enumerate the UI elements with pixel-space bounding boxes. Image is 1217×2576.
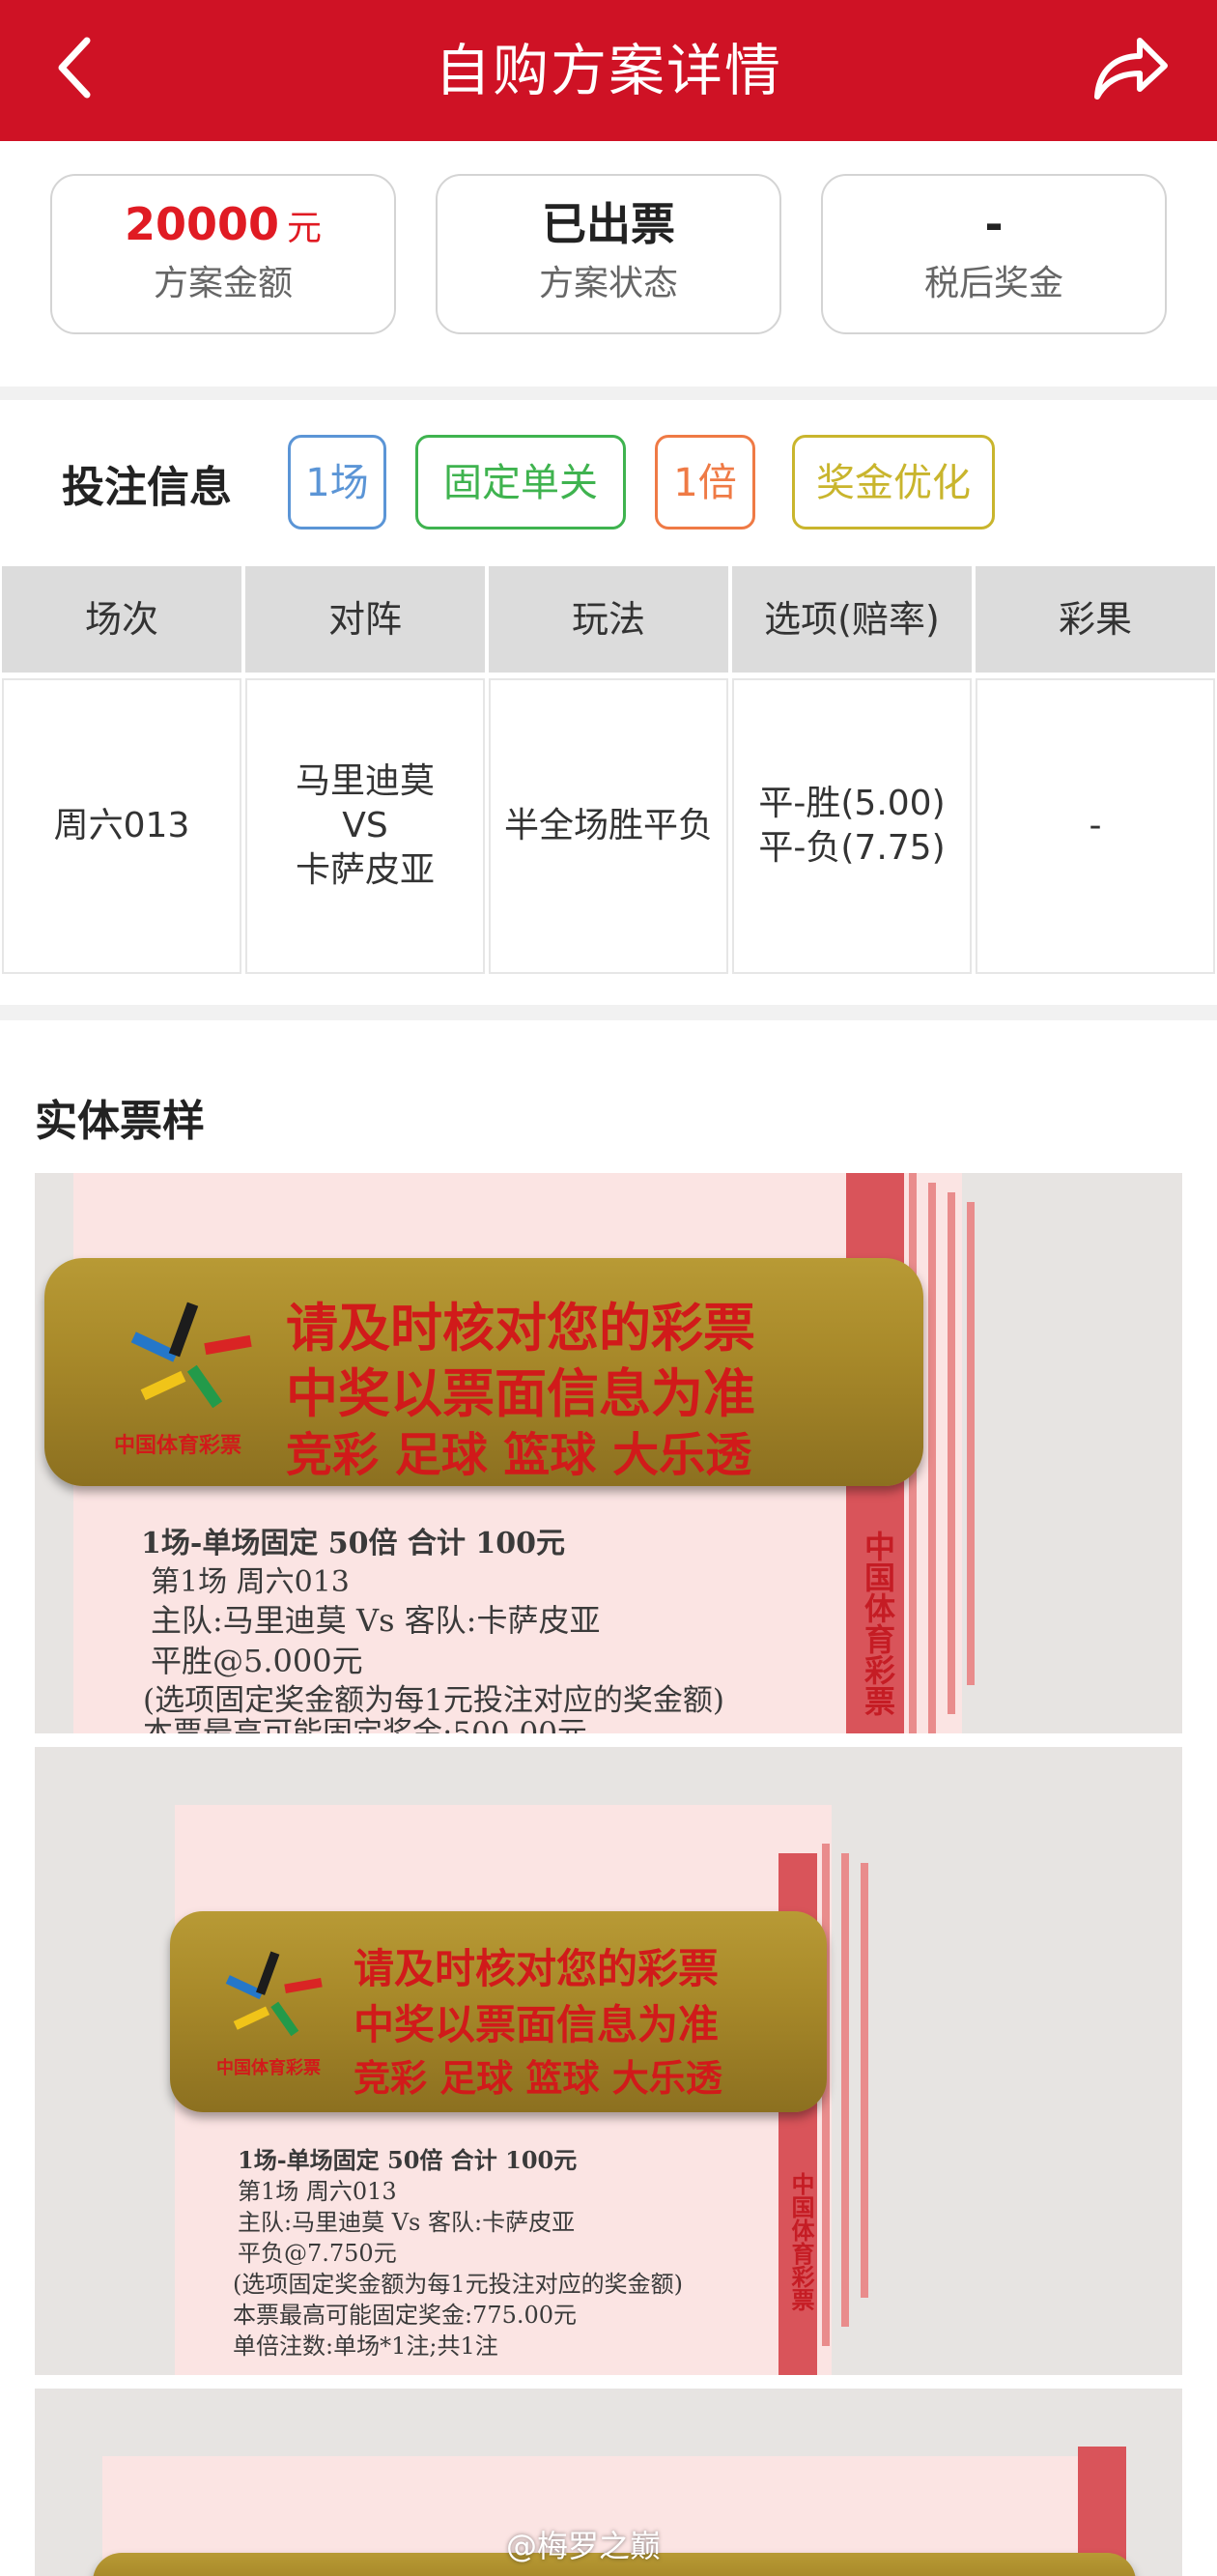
cell-play: 半全场胜平负: [489, 678, 728, 974]
prize-value: -: [984, 198, 1004, 250]
ticket-stack: [967, 1202, 975, 1685]
plate-org-text: 中国体育彩票: [216, 2058, 321, 2078]
watermark: @梅罗之巅: [506, 2528, 662, 2564]
tag-play-type: 固定单关: [415, 435, 626, 530]
amount-number: 20000: [124, 198, 280, 250]
cell-option: 平-胜(5.00) 平-负(7.75): [732, 678, 972, 974]
ticket-line: 第1场 周六013: [151, 1565, 350, 1599]
plate-line-2: 中奖以票面信息为准: [354, 2001, 720, 2048]
home-team: 马里迪莫: [295, 761, 435, 801]
status-value: 已出票: [542, 198, 675, 250]
prize-label: 税后奖金: [923, 264, 1063, 303]
ticket-line: 第1场 周六013: [238, 2178, 397, 2205]
prize-card: - 税后奖金: [821, 174, 1167, 334]
plate-line-3: 竞彩 足球 篮球 大乐透: [286, 1428, 752, 1482]
ticket-line: 本票最高可能固定奖金:500.00元: [143, 1716, 587, 1733]
section-divider: [0, 1005, 1217, 1020]
vs-label: VS: [342, 806, 388, 845]
away-team: 卡萨皮亚: [295, 850, 435, 890]
plate-org-text: 中国体育彩票: [114, 1434, 242, 1458]
header-option: 选项(赔率): [732, 566, 972, 673]
tickets-title: 实体票样: [35, 1097, 205, 1146]
brass-plate: 中国体育彩票 请及时核对您的彩票 中奖以票面信息为准 竞彩 足球 篮球 大乐透: [170, 1911, 827, 2112]
tag-optimize: 奖金优化: [792, 435, 995, 530]
ticket-stack: [948, 1192, 955, 1714]
brass-plate: 中国体育彩票 请及时核对您的彩票 中奖以票面信息为准 竞彩 足球 篮球 大乐透: [44, 1258, 923, 1486]
amount-label: 方案金额: [153, 264, 293, 303]
cell-result: -: [976, 678, 1215, 974]
header-match-no: 场次: [2, 566, 241, 673]
cell-match-no: 周六013: [2, 678, 241, 974]
ticket-photo-1: 中国体育彩票 中国体育彩票 请及时核对您的彩票 中奖以票面信息为准 竞彩 足球 …: [35, 1173, 1182, 1733]
plan-summary: 20000 元 方案金额 已出票 方案状态 - 税后奖金: [0, 141, 1217, 386]
lottery-logo-icon: [130, 1302, 252, 1409]
ticket-line: 1场-单场固定 50倍 合计 100元: [238, 2146, 578, 2174]
ticket-line: 主队:马里迪莫 Vs 客队:卡萨皮亚: [151, 1602, 601, 1639]
ticket-line: 主队:马里迪莫 Vs 客队:卡萨皮亚: [238, 2209, 576, 2236]
ticket-side-text: 中国体育彩票: [860, 1531, 896, 1716]
ticket-side-text: 中国体育彩票: [787, 2172, 814, 2311]
header-fixture: 对阵: [245, 566, 485, 673]
ticket-photo-2: 中国体育彩票 中国体育彩票 请及时核对您的彩票 中奖以票面信息为准 竞彩 足球 …: [35, 1747, 1182, 2375]
plate-line-3: 竞彩 足球 篮球 大乐透: [354, 2056, 722, 2100]
ticket-line: (选项固定奖金额为每1元投注对应的奖金额): [233, 2271, 683, 2298]
share-icon[interactable]: [1090, 29, 1171, 106]
header-play: 玩法: [489, 566, 728, 673]
ticket-stack: [861, 1863, 868, 2298]
bet-info-header: 投注信息 1场 固定单关 1倍 奖金优化: [0, 400, 1217, 564]
plate-line-1: 请及时核对您的彩票: [354, 1945, 720, 1992]
option-2: 平-负(7.75): [758, 828, 946, 868]
section-divider: [0, 386, 1217, 400]
tag-multiple: 1倍: [655, 435, 755, 530]
page-title: 自购方案详情: [434, 38, 782, 103]
bet-info-title: 投注信息: [62, 463, 232, 512]
ticket-line: 1场-单场固定 50倍 合计 100元: [141, 1527, 566, 1560]
status-card: 已出票 方案状态: [436, 174, 781, 334]
status-label: 方案状态: [538, 264, 678, 303]
tag-matches: 1场: [288, 435, 386, 530]
ticket-stack: [822, 1844, 830, 2346]
ticket-stack: [928, 1183, 936, 1733]
amount-value: 20000 元: [52, 197, 394, 251]
ticket-line: 单倍注数:单场*1注;共1注: [233, 2333, 498, 2360]
header-result: 彩果: [976, 566, 1215, 673]
ticket-line: 平负@7.750元: [238, 2240, 397, 2267]
cell-fixture: 马里迪莫 VS 卡萨皮亚: [245, 678, 485, 974]
amount-unit: 元: [287, 209, 323, 248]
option-1: 平-胜(5.00): [758, 784, 946, 823]
amount-card: 20000 元 方案金额: [50, 174, 396, 334]
ticket-stack: [841, 1853, 849, 2327]
ticket-line: 本票最高可能固定奖金:775.00元: [233, 2302, 578, 2329]
top-bar: 自购方案详情: [0, 0, 1217, 141]
lottery-logo-icon: [225, 1951, 323, 2037]
